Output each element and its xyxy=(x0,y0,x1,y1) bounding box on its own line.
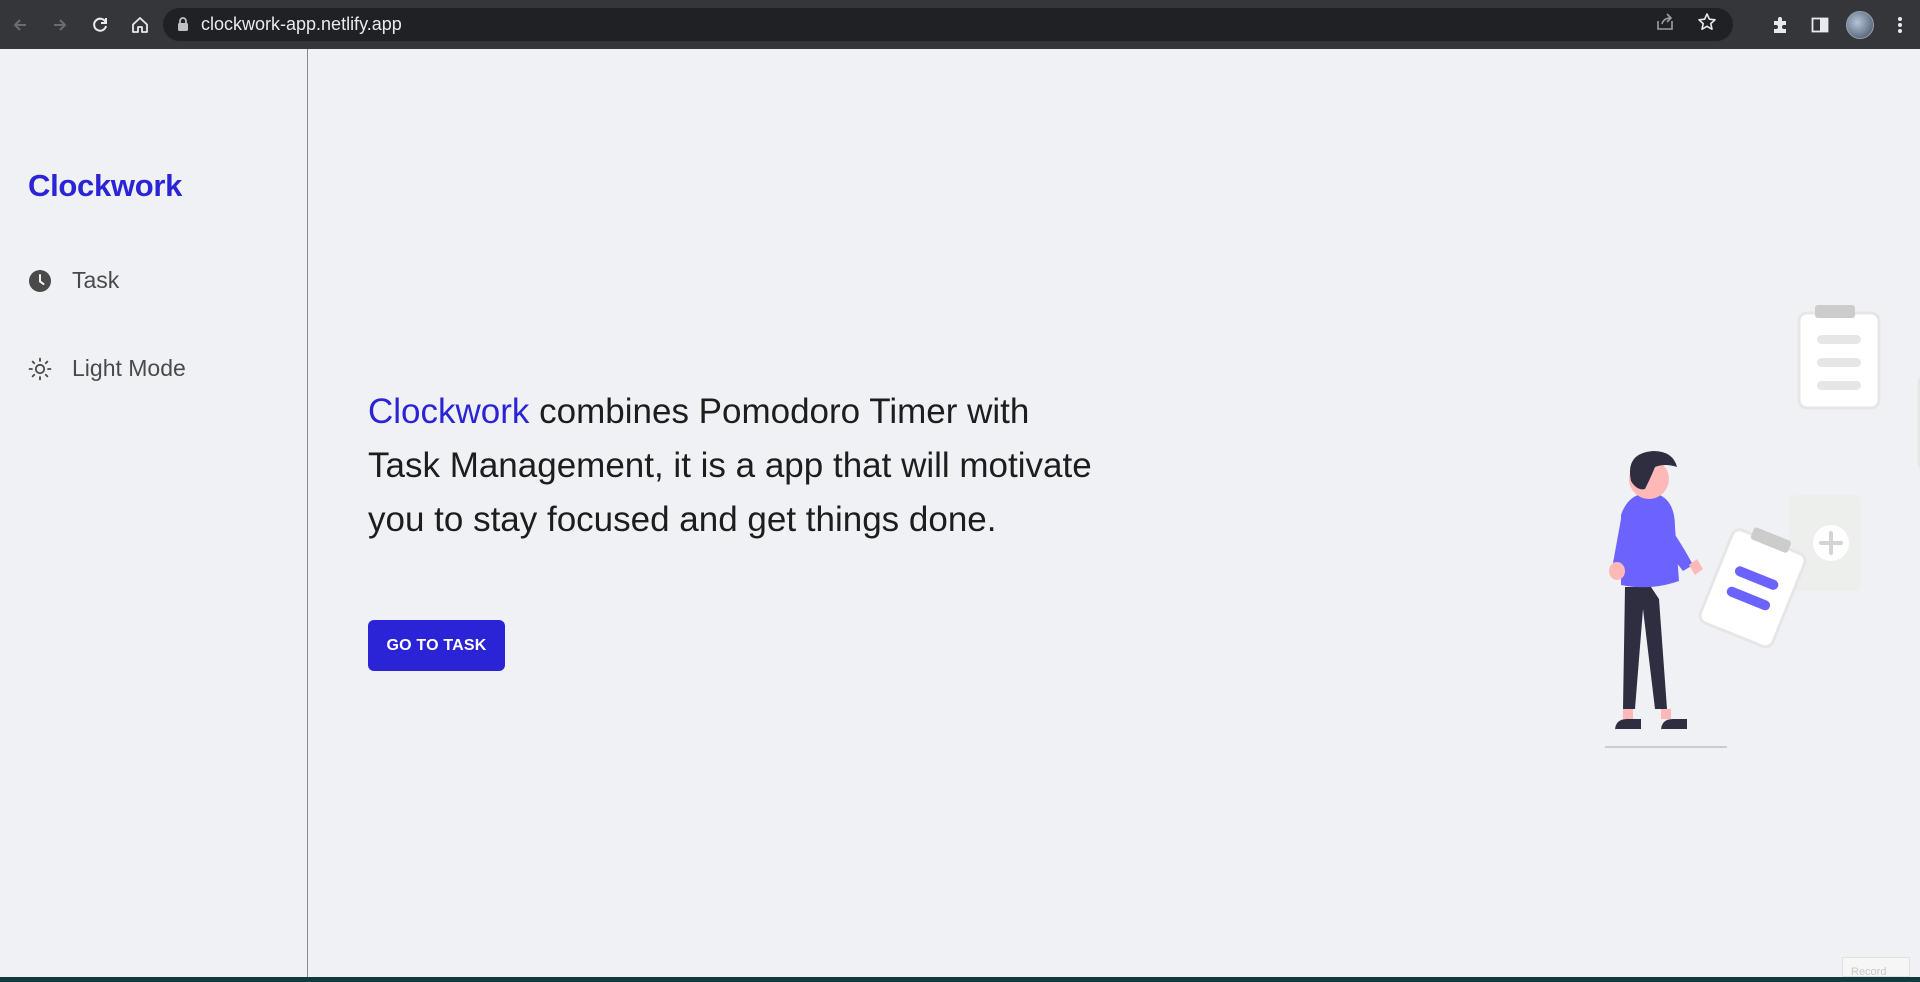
arrow-right-icon xyxy=(54,18,67,31)
forward-button[interactable] xyxy=(40,0,80,49)
extensions-button[interactable] xyxy=(1760,0,1800,49)
record-label[interactable]: Record xyxy=(1842,957,1910,977)
arrow-left-icon xyxy=(13,18,26,31)
home-icon xyxy=(132,16,148,33)
app-root: Clockwork Task Light Mode Clockwork comb… xyxy=(0,49,1920,977)
avatar xyxy=(1846,10,1874,39)
home-button[interactable] xyxy=(120,0,160,49)
puzzle-icon xyxy=(1774,16,1786,33)
clock-icon xyxy=(28,269,52,293)
sidebar: Clockwork Task Light Mode xyxy=(0,49,308,977)
sidebar-item-label: Task xyxy=(72,267,120,293)
clipboard-icon xyxy=(1797,305,1881,410)
sun-icon xyxy=(28,357,52,381)
kebab-menu-icon xyxy=(1898,16,1902,33)
address-bar[interactable]: clockwork-app.netlify.app xyxy=(163,8,1733,41)
sidebar-item-task[interactable]: Task xyxy=(28,267,119,294)
browser-toolbar: clockwork-app.netlify.app xyxy=(0,0,1920,49)
lock-icon xyxy=(177,17,189,32)
back-button[interactable] xyxy=(0,0,40,49)
star-icon[interactable] xyxy=(1697,12,1717,37)
url-text: clockwork-app.netlify.app xyxy=(201,14,402,34)
go-to-task-button[interactable]: GO TO TASK xyxy=(368,620,505,671)
share-icon[interactable] xyxy=(1655,12,1675,37)
hero-illustration xyxy=(1605,305,1920,748)
sidebar-item-light-mode[interactable]: Light Mode xyxy=(28,355,186,382)
sidebar-brand[interactable]: Clockwork xyxy=(28,168,182,204)
bottom-border xyxy=(0,977,1920,982)
side-panel-icon xyxy=(1811,17,1829,32)
menu-button[interactable] xyxy=(1880,0,1920,49)
hero-brand-word: Clockwork xyxy=(368,392,530,431)
sidebar-item-label: Light Mode xyxy=(72,355,186,381)
reload-button[interactable] xyxy=(80,0,120,49)
side-panel-button[interactable] xyxy=(1800,0,1840,49)
profile-button[interactable] xyxy=(1840,0,1880,49)
hero-headline: Clockwork combines Pomodoro Timer with T… xyxy=(368,385,1108,547)
main-content: Clockwork combines Pomodoro Timer with T… xyxy=(309,49,1920,977)
reload-icon xyxy=(93,17,107,32)
